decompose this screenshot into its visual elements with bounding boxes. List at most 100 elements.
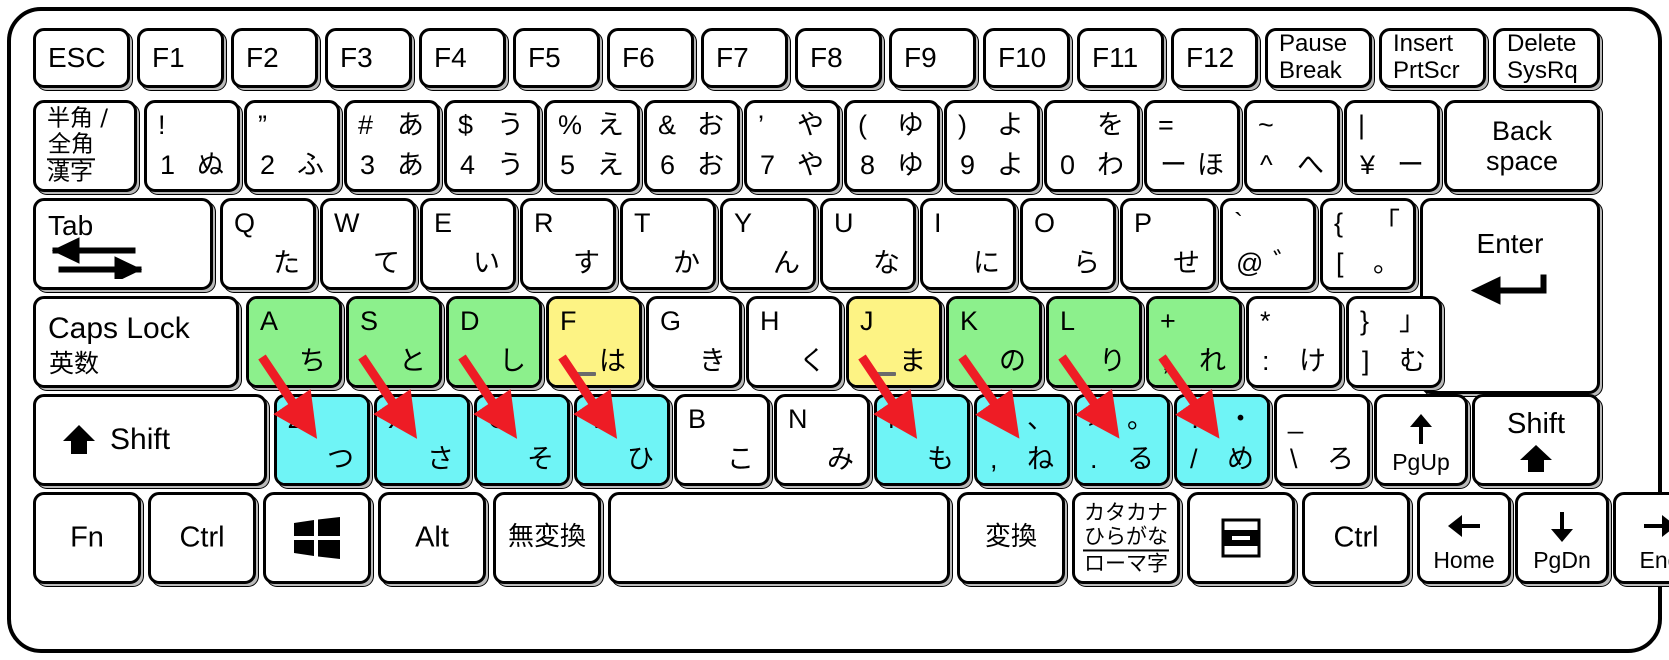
key-s[interactable]: Sと: [346, 296, 442, 388]
key-digit-4[interactable]: $ う 4 う: [444, 100, 540, 192]
key-digit-1[interactable]: ! 1 ぬ: [144, 100, 240, 192]
key-q[interactable]: Qた: [220, 198, 316, 290]
key-k[interactable]: Kの: [946, 296, 1042, 388]
key-c[interactable]: Cそ: [474, 394, 570, 486]
key-capslock[interactable]: Caps Lock 英数: [33, 296, 239, 388]
key-bracket-right[interactable]: } 」 ] む: [1346, 296, 1442, 388]
key-f10[interactable]: F10: [983, 28, 1070, 88]
key-label-line2: space: [1485, 146, 1559, 176]
key-insert-prtscr[interactable]: Insert PrtScr: [1379, 28, 1486, 88]
key-bracket-left[interactable]: { 「 [ 。: [1320, 198, 1416, 290]
key-y[interactable]: Yん: [720, 198, 816, 290]
key-yen[interactable]: | ¥ ー: [1344, 100, 1440, 192]
key-f2[interactable]: F2: [231, 28, 318, 88]
key-delete-sysrq[interactable]: Delete SysRq: [1493, 28, 1600, 88]
key-r[interactable]: Rす: [520, 198, 616, 290]
key-backslash[interactable]: _ \ ろ: [1274, 394, 1370, 486]
key-at[interactable]: ` @ ゛: [1220, 198, 1316, 290]
key-arrow-left[interactable]: Home: [1417, 492, 1511, 584]
key-digit-8[interactable]: ( ゆ 8 ゆ: [844, 100, 940, 192]
key-i[interactable]: Iに: [920, 198, 1016, 290]
key-ctrl-left[interactable]: Ctrl: [148, 492, 256, 584]
key-space[interactable]: [608, 492, 950, 584]
key-d[interactable]: Dし: [446, 296, 542, 388]
key-digit-9[interactable]: ) よ 9 よ: [944, 100, 1040, 192]
key-muhenkan[interactable]: 無変換: [493, 492, 601, 584]
key-label: F5: [528, 42, 561, 74]
key-katakana-hiragana-romaji[interactable]: カタカナ ひらがな ローマ字: [1072, 492, 1180, 584]
key-f7[interactable]: F7: [701, 28, 788, 88]
key-f9[interactable]: F9: [889, 28, 976, 88]
key-u[interactable]: Uな: [820, 198, 916, 290]
key-glyph-kana: は: [599, 346, 626, 377]
key-windows[interactable]: [263, 492, 371, 584]
key-f1[interactable]: F1: [137, 28, 224, 88]
key-caret[interactable]: ~ ^ へ: [1244, 100, 1340, 192]
key-b[interactable]: Bこ: [674, 394, 770, 486]
key-f4[interactable]: F4: [419, 28, 506, 88]
key-a[interactable]: Aち: [246, 296, 342, 388]
key-f8[interactable]: F8: [795, 28, 882, 88]
key-arrow-up[interactable]: PgUp: [1374, 394, 1468, 486]
key-x[interactable]: Xさ: [374, 394, 470, 486]
key-glyph-base: ]: [1362, 346, 1370, 376]
key-f5[interactable]: F5: [513, 28, 600, 88]
key-slash[interactable]: ? ・ / め: [1174, 394, 1270, 486]
key-digit-0[interactable]: を 0 わ: [1044, 100, 1140, 192]
key-esc[interactable]: ESC: [33, 28, 130, 88]
key-colon[interactable]: * : け: [1246, 296, 1342, 388]
key-alt[interactable]: Alt: [378, 492, 486, 584]
key-l[interactable]: Lり: [1046, 296, 1142, 388]
key-label: F6: [622, 42, 655, 74]
key-digit-3[interactable]: # あ 3 あ: [344, 100, 440, 192]
key-j[interactable]: J ま: [846, 296, 942, 388]
key-f11[interactable]: F11: [1077, 28, 1164, 88]
key-semicolon[interactable]: + ; れ: [1146, 296, 1242, 388]
key-backspace[interactable]: Back space: [1444, 100, 1600, 192]
key-n[interactable]: Nみ: [774, 394, 870, 486]
key-arrow-down[interactable]: PgDn: [1515, 492, 1609, 584]
key-minus[interactable]: = ー ほ: [1144, 100, 1240, 192]
key-glyph-latin: X: [388, 404, 407, 434]
key-m[interactable]: Mも: [874, 394, 970, 486]
key-digit-5[interactable]: % え 5 え: [544, 100, 640, 192]
key-digit-6[interactable]: & お 6 お: [644, 100, 740, 192]
key-tab[interactable]: Tab: [33, 198, 213, 290]
key-f6[interactable]: F6: [607, 28, 694, 88]
key-e[interactable]: Eい: [420, 198, 516, 290]
key-enter[interactable]: Enter: [1420, 198, 1600, 394]
key-shift-left[interactable]: Shift: [33, 394, 267, 486]
key-glyph-latin: P: [1134, 208, 1153, 238]
key-f[interactable]: F は: [546, 296, 642, 388]
key-period[interactable]: > 。 . る: [1074, 394, 1170, 486]
key-glyph-shift: ’: [758, 110, 764, 140]
key-ctrl-right[interactable]: Ctrl: [1302, 492, 1410, 584]
key-v[interactable]: Vひ: [574, 394, 670, 486]
key-glyph-kana: も: [927, 444, 954, 475]
key-glyph-kana: ゛: [1273, 248, 1300, 279]
key-fn[interactable]: Fn: [33, 492, 141, 584]
key-f12[interactable]: F12: [1171, 28, 1258, 88]
key-digit-7[interactable]: ’ や 7 や: [744, 100, 840, 192]
key-glyph-base: 4: [460, 150, 476, 180]
key-g[interactable]: Gき: [646, 296, 742, 388]
key-h[interactable]: Hく: [746, 296, 842, 388]
key-label: ESC: [48, 42, 106, 74]
key-o[interactable]: Oら: [1020, 198, 1116, 290]
key-digit-2[interactable]: ” 2 ふ: [244, 100, 340, 192]
key-ime-toggle[interactable]: [1187, 492, 1295, 584]
key-label: F7: [716, 42, 749, 74]
key-pause-break[interactable]: Pause Break: [1265, 28, 1372, 88]
key-glyph-shift: ): [958, 110, 967, 140]
key-shift-right[interactable]: Shift: [1472, 394, 1600, 486]
key-w[interactable]: Wて: [320, 198, 416, 290]
key-t[interactable]: Tか: [620, 198, 716, 290]
key-hankaku-zenkaku-kanji[interactable]: 半角 / 全角 漢字: [33, 100, 137, 192]
key-p[interactable]: Pせ: [1120, 198, 1216, 290]
key-henkan[interactable]: 変換: [957, 492, 1065, 584]
key-comma[interactable]: < 、 , ね: [974, 394, 1070, 486]
key-arrow-right[interactable]: End: [1613, 492, 1669, 584]
key-f3[interactable]: F3: [325, 28, 412, 88]
key-glyph-base: :: [1262, 346, 1270, 376]
key-z[interactable]: Zつ: [274, 394, 370, 486]
